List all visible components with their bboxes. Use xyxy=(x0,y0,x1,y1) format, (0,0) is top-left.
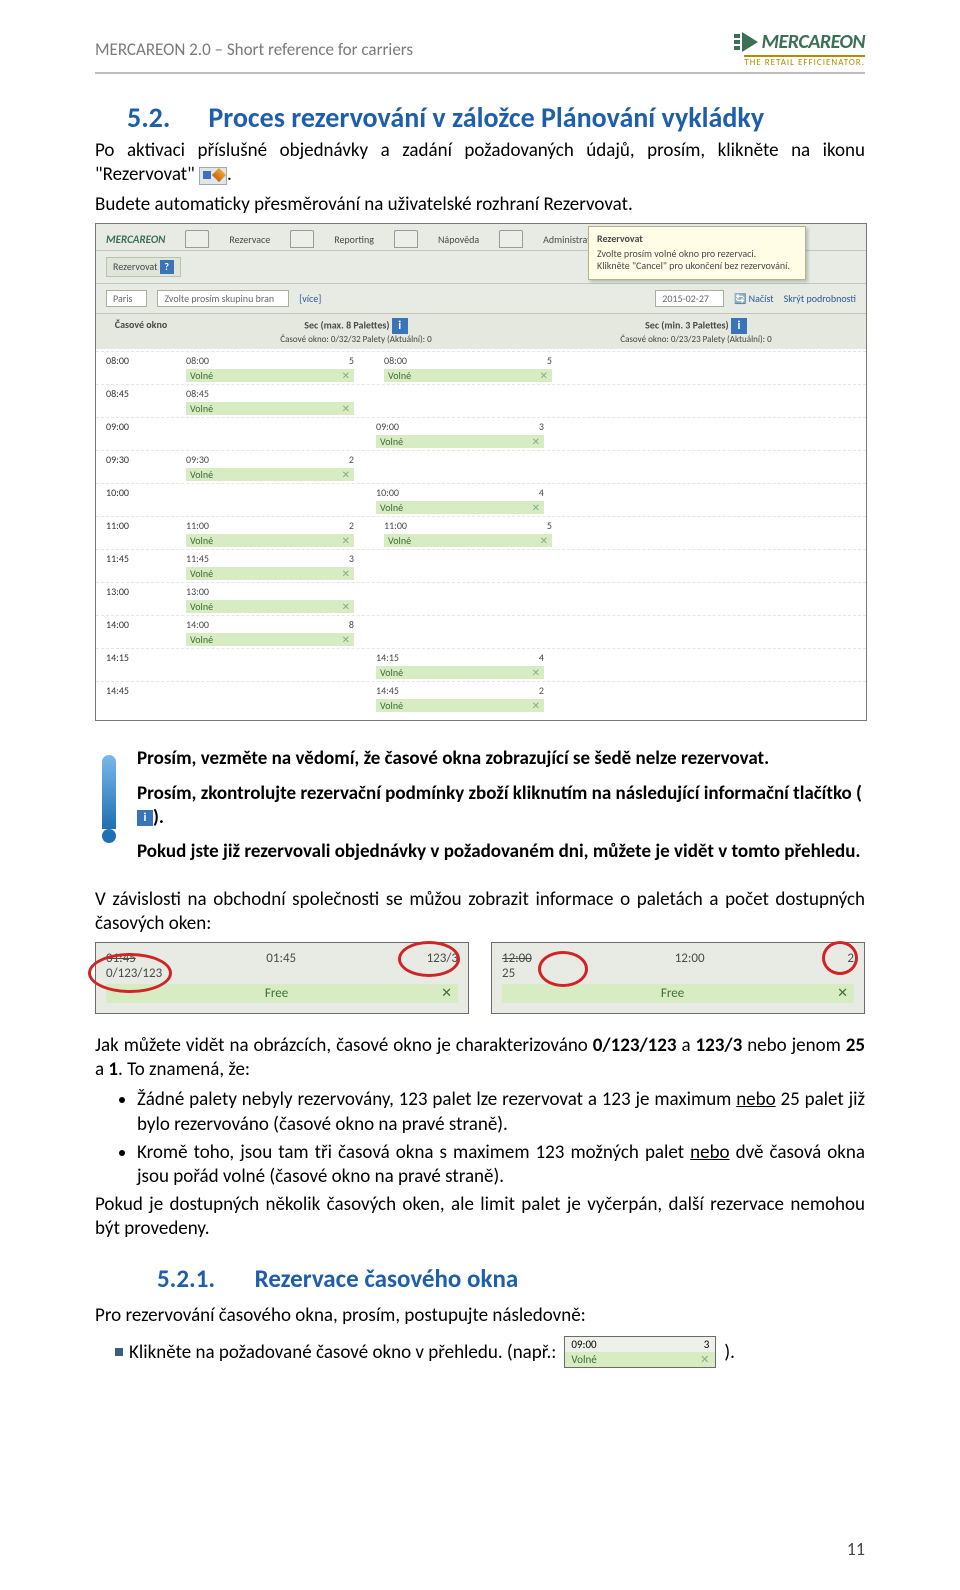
section-heading: 5.2. Proces rezervování v záložce Plánov… xyxy=(127,100,865,135)
schedule-row: 08:0008:005Volné✕08:005Volné✕ xyxy=(96,351,866,384)
two-screenshots: 01:45 01:45 123/3 0/123/123 Free ✕ 12:00… xyxy=(95,942,865,1014)
logo-text: MERCAREON xyxy=(762,30,866,54)
time-label: 08:45 xyxy=(102,387,186,400)
tooltip-box: Rezervovat Zvolte prosím volné okno pro … xyxy=(588,226,806,280)
schedule-row: 09:0009:003Volné✕ xyxy=(96,417,866,450)
free-slot[interactable]: Volné✕ xyxy=(186,600,354,613)
red-circle-icon xyxy=(398,941,460,977)
group-dropdown[interactable]: Zvolte prosím skupinu bran xyxy=(157,290,289,307)
reload-link[interactable]: 🔄 Načíst xyxy=(734,292,774,305)
logo-tagline: THE RETAIL EFFICIENATOR. xyxy=(744,55,865,68)
time-label: 11:00 xyxy=(102,519,186,532)
free-slot[interactable]: Volné✕ xyxy=(384,369,552,382)
para-dependent: V závislosti na obchodní společnosti se … xyxy=(95,888,865,936)
logo-arrow-icon xyxy=(734,32,758,52)
time-label: 09:00 xyxy=(102,420,186,433)
site-dropdown[interactable]: Paris xyxy=(106,290,147,307)
app-logo-small: MERCAREON xyxy=(106,233,165,246)
date-field[interactable]: 2015-02-27 xyxy=(655,290,724,307)
cart-icon xyxy=(394,230,418,248)
schedule-row: 10:0010:004Volné✕ xyxy=(96,483,866,516)
info-icon[interactable]: i xyxy=(137,810,153,826)
schedule-row: 13:0013:00Volné✕ xyxy=(96,582,866,615)
bullet-item: Kromě toho, jsou tam tři časová okna s m… xyxy=(137,1141,865,1189)
mini-timeslot-example: 09:003 Volné✕ xyxy=(564,1336,716,1368)
step-row: Klikněte na požadované časové okno v pře… xyxy=(115,1336,865,1368)
time-label: 14:15 xyxy=(102,651,186,664)
time-label: 08:00 xyxy=(102,354,186,367)
info-icon[interactable]: i xyxy=(731,318,747,334)
free-slot[interactable]: Volné✕ xyxy=(186,402,354,415)
schedule-header: Časové okno Sec (max. 8 Palettes) i Časo… xyxy=(96,314,866,349)
time-label: 14:45 xyxy=(102,684,186,697)
cart-icon xyxy=(185,230,209,248)
time-label: 11:45 xyxy=(102,552,186,565)
free-slot[interactable]: Volné✕ xyxy=(376,501,544,514)
toggle-details-link[interactable]: Skrýt podrobnosti xyxy=(784,292,856,305)
schedule-row: 14:4514:452Volné✕ xyxy=(96,681,866,714)
schedule-body: 08:0008:005Volné✕08:005Volné✕08:4508:45V… xyxy=(96,349,866,720)
free-slot[interactable]: Volné✕ xyxy=(384,534,552,547)
notice-block: Prosím, vezměte na vědomí, že časové okn… xyxy=(95,747,865,874)
notice-line-3: Pokud jste již rezervovali objednávky v … xyxy=(137,840,865,864)
para-limit: Pokud je dostupných několik časových oke… xyxy=(95,1193,865,1241)
free-slot[interactable]: Volné✕ xyxy=(186,468,354,481)
screenshot-right: 12:00 12:00 2 25 Free ✕ xyxy=(491,942,865,1014)
free-slot[interactable]: Volné✕ xyxy=(186,633,354,646)
schedule-row: 08:4508:45Volné✕ xyxy=(96,384,866,417)
doc-title: MERCAREON 2.0 – Short reference for carr… xyxy=(95,39,413,60)
menu-reporting[interactable]: Reporting xyxy=(334,233,374,246)
filter-row: Paris Zvolte prosím skupinu bran [více] … xyxy=(96,284,866,314)
header: MERCAREON 2.0 – Short reference for carr… xyxy=(95,30,865,68)
free-slot[interactable]: Volné✕ xyxy=(376,435,544,448)
screenshot-left: 01:45 01:45 123/3 0/123/123 Free ✕ xyxy=(95,942,469,1014)
free-slot[interactable]: Volné✕ xyxy=(376,699,544,712)
para-steps-intro: Pro rezervování časového okna, prosím, p… xyxy=(95,1304,865,1328)
page-root: MERCAREON 2.0 – Short reference for carr… xyxy=(0,0,960,1590)
schedule-row: 14:1514:154Volné✕ xyxy=(96,648,866,681)
schedule-row: 14:0014:008Volné✕ xyxy=(96,615,866,648)
schedule-row: 11:0011:002Volné✕11:005Volné✕ xyxy=(96,516,866,549)
exclamation-icon xyxy=(95,747,123,874)
time-label: 13:00 xyxy=(102,585,186,598)
bullet-list: Žádné palety nebyly rezervovány, 123 pal… xyxy=(115,1088,865,1189)
info-icon[interactable]: i xyxy=(392,318,408,334)
notice-line-1: Prosím, vezměte na vědomí, že časové okn… xyxy=(137,747,865,771)
notice-line-2: Prosím, zkontrolujte rezervační podmínky… xyxy=(137,782,865,830)
help-icon[interactable]: ? xyxy=(160,260,174,274)
brand-logo: MERCAREON THE RETAIL EFFICIENATOR. xyxy=(734,30,866,68)
schedule-row: 09:3009:302Volné✕ xyxy=(96,450,866,483)
red-circle-icon xyxy=(822,941,858,975)
page-number: 11 xyxy=(847,1538,865,1560)
cart-icon xyxy=(290,230,314,248)
reserve-icon xyxy=(199,167,227,185)
tab-rezervovat[interactable]: Rezervovat ? xyxy=(106,257,181,277)
free-slot[interactable]: Volné✕ xyxy=(186,369,354,382)
bullet-item: Žádné palety nebyly rezervovány, 123 pal… xyxy=(137,1088,865,1136)
red-circle-icon xyxy=(88,953,172,993)
cart-icon xyxy=(499,230,523,248)
red-circle-icon xyxy=(538,951,588,987)
header-divider xyxy=(95,72,865,74)
menu-rezervace[interactable]: Rezervace xyxy=(229,233,270,246)
more-link[interactable]: [více] xyxy=(299,292,321,305)
time-label: 14:00 xyxy=(102,618,186,631)
screenshot-reservation-grid: Rezervovat Zvolte prosím volné okno pro … xyxy=(95,223,867,721)
menu-help[interactable]: Nápověda xyxy=(438,233,479,246)
time-label: 09:30 xyxy=(102,453,186,466)
subsection-heading: 5.2.1. Rezervace časového okna xyxy=(157,1263,865,1294)
intro-para-1: Po aktivaci příslušné objednávky a zadán… xyxy=(95,139,865,187)
free-slot[interactable]: Volné✕ xyxy=(376,666,544,679)
intro-para-2: Budete automaticky přesměrování na uživa… xyxy=(95,193,865,217)
bullet-square-icon xyxy=(115,1348,123,1356)
schedule-row: 11:4511:453Volné✕ xyxy=(96,549,866,582)
free-slot[interactable]: Volné✕ xyxy=(186,567,354,580)
para-characterized: Jak můžete vidět na obrázcích, časové ok… xyxy=(95,1034,865,1082)
free-slot[interactable]: Volné✕ xyxy=(186,534,354,547)
time-label: 10:00 xyxy=(102,486,186,499)
